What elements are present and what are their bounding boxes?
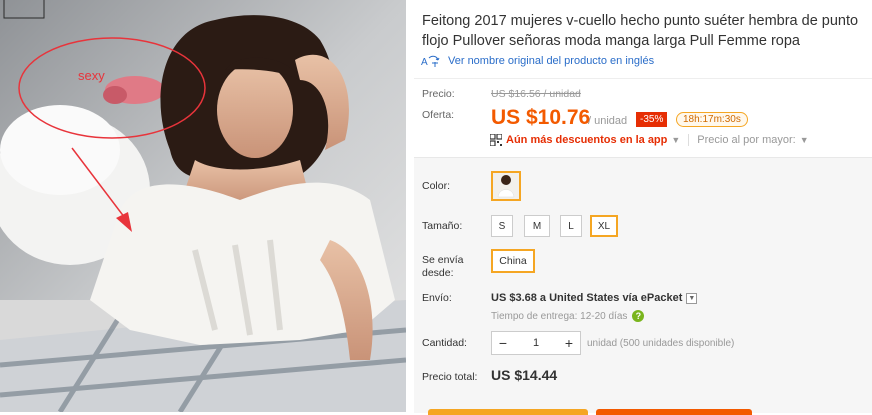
quantity-label: Cantidad: <box>422 337 467 349</box>
qr-code-icon <box>490 134 502 146</box>
thumbnail-strip <box>3 0 45 19</box>
divider <box>688 134 690 146</box>
product-title: Feitong 2017 mujeres v-cuello hecho punt… <box>422 13 859 49</box>
unit-label: / unidad <box>588 115 628 127</box>
app-discount-row: Aún más descuentos en la app ▼ Precio al… <box>490 134 809 146</box>
color-swatch-white[interactable] <box>491 171 521 201</box>
shipping-text[interactable]: US $3.68 a United States vía ePacket <box>491 292 682 304</box>
offer-label: Oferta: <box>422 109 455 121</box>
decrease-button[interactable]: − <box>492 335 514 351</box>
chevron-down-icon[interactable]: ▼ <box>686 292 698 304</box>
total-price: US $14.44 <box>491 367 558 383</box>
offer-price: US $10.76 <box>491 106 591 129</box>
delivery-time: Tiempo de entrega: 12-20 días ? <box>491 310 645 322</box>
translate-link-label[interactable]: Ver nombre original del producto en ingl… <box>448 55 654 67</box>
product-image[interactable]: sexy <box>0 0 406 412</box>
total-price-label: Precio total: <box>422 371 478 383</box>
svg-text:A: A <box>421 57 428 68</box>
size-option-l[interactable]: L <box>560 215 582 237</box>
price-section: Precio: US $16.56 / unidad Oferta: US $1… <box>414 78 872 157</box>
product-photo: sexy <box>0 0 406 412</box>
price-label: Precio: <box>422 88 455 100</box>
size-option-m[interactable]: M <box>524 215 550 237</box>
translate-icon: A <box>421 55 440 68</box>
stock-note: unidad (500 unidades disponible) <box>587 338 735 349</box>
shipping-label: Envío: <box>422 292 452 304</box>
ships-from-option[interactable]: China <box>491 249 535 273</box>
quantity-value[interactable]: 1 <box>514 337 558 349</box>
size-option-xl[interactable]: XL <box>590 215 618 237</box>
color-label: Color: <box>422 180 451 192</box>
image-annotation-text: sexy <box>78 68 105 83</box>
countdown-timer: 18h:17m:30s <box>676 112 748 127</box>
increase-button[interactable]: + <box>558 335 580 351</box>
buy-now-button[interactable] <box>428 409 588 415</box>
wholesale-price-link[interactable]: Precio al por mayor: <box>697 134 795 146</box>
original-price: US $16.56 / unidad <box>491 88 581 100</box>
color-swatch-thumbnail <box>493 173 519 199</box>
product-info-panel: Feitong 2017 mujeres v-cuello hecho punt… <box>406 0 872 415</box>
app-discount-link[interactable]: Aún más descuentos en la app <box>506 134 667 146</box>
quantity-stepper: − 1 + <box>491 331 581 355</box>
translate-link[interactable]: A Ver nombre original del producto en in… <box>420 54 654 68</box>
ships-from-label: Se envía desde: <box>422 254 464 279</box>
shipping-method[interactable]: US $3.68 a United States vía ePacket ▼ <box>491 292 698 304</box>
size-option-s[interactable]: S <box>491 215 513 237</box>
options-section: Color: Tamaño: S M L XL Se envía desde: … <box>414 157 872 415</box>
add-to-cart-button[interactable] <box>596 409 752 415</box>
discount-badge: -35% <box>636 112 668 127</box>
size-label: Tamaño: <box>422 220 463 232</box>
chevron-down-icon[interactable]: ▼ <box>671 135 680 145</box>
delivery-text: Tiempo de entrega: 12-20 días <box>491 310 628 322</box>
help-icon[interactable]: ? <box>632 310 645 322</box>
chevron-down-icon[interactable]: ▼ <box>800 135 809 145</box>
